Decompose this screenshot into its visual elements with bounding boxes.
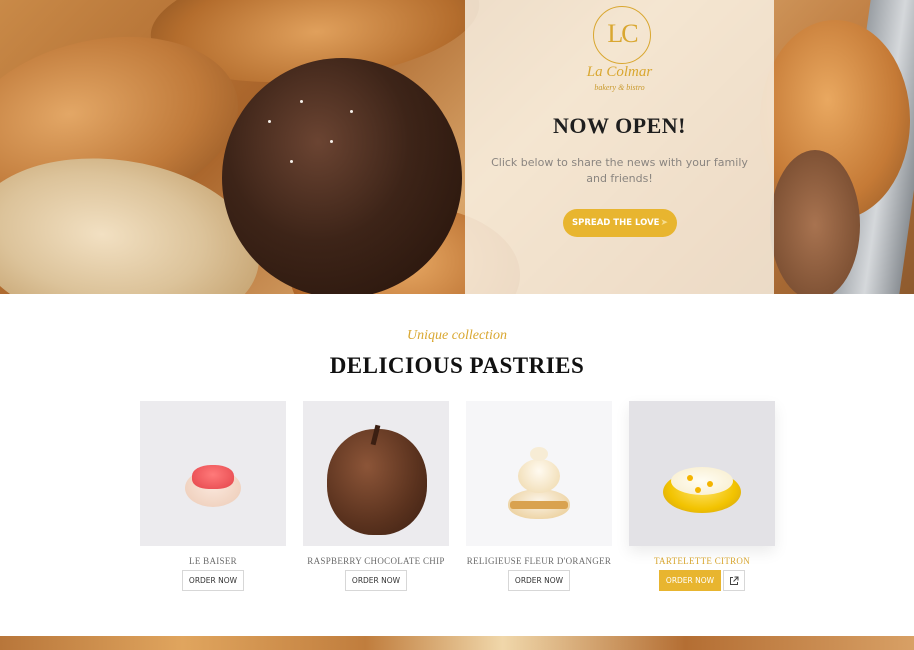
product-card: RELIGIEUSE FLEUR D'ORANGER ORDER NOW xyxy=(466,401,612,591)
logo-tagline: bakery & bistro xyxy=(594,83,645,92)
product-card: LE BAISER ORDER NOW xyxy=(140,401,286,591)
pastry-shape xyxy=(530,447,548,461)
pastry-shape xyxy=(327,429,427,535)
order-now-button[interactable]: ORDER NOW xyxy=(344,570,408,591)
announcement-card: LC La Colmar bakery & bistro NOW OPEN! C… xyxy=(465,0,774,294)
order-row: ORDER NOW xyxy=(140,570,286,591)
sugar-dust xyxy=(350,110,353,113)
external-link-button[interactable] xyxy=(723,570,746,591)
order-now-button[interactable]: ORDER NOW xyxy=(507,570,571,591)
pastry-image xyxy=(222,58,462,294)
product-name[interactable]: TARTELETTE CITRON xyxy=(629,556,775,566)
order-now-button[interactable]: ORDER NOW xyxy=(658,570,722,591)
product-image[interactable] xyxy=(303,401,449,546)
pastry-shape xyxy=(695,487,701,493)
pastry-shape xyxy=(518,459,560,493)
product-name[interactable]: LE BAISER xyxy=(140,556,286,566)
hero-text: Click below to share the news with your … xyxy=(491,156,748,185)
hero-title: NOW OPEN! xyxy=(552,113,687,138)
product-name[interactable]: RELIGIEUSE FLEUR D'ORANGER xyxy=(466,556,612,566)
pastry-shape xyxy=(671,467,733,495)
product-image[interactable] xyxy=(466,401,612,546)
spread-the-love-button[interactable]: SPREAD THE LOVE➤ xyxy=(563,209,677,237)
next-section-banner xyxy=(0,636,914,650)
sugar-dust xyxy=(290,160,293,163)
order-row: ORDER NOW xyxy=(466,570,612,591)
hero-banner: LC La Colmar bakery & bistro NOW OPEN! C… xyxy=(0,0,914,294)
brand-logo[interactable]: LC xyxy=(593,6,651,64)
product-card: TARTELETTE CITRON ORDER NOW xyxy=(629,401,775,591)
pastry-shape xyxy=(510,501,568,509)
sugar-dust xyxy=(300,100,303,103)
pastry-shape xyxy=(707,481,713,487)
product-image[interactable] xyxy=(629,401,775,546)
spread-button-label: SPREAD THE LOVE xyxy=(571,218,660,228)
logo-name: La Colmar xyxy=(586,64,653,80)
external-link-icon xyxy=(730,576,739,585)
order-now-button[interactable]: ORDER NOW xyxy=(181,570,245,591)
sugar-dust xyxy=(268,120,271,123)
product-name[interactable]: RASPBERRY CHOCOLATE CHIP xyxy=(303,556,449,566)
pastry-shape xyxy=(687,475,693,481)
paper-plane-icon: ➤ xyxy=(660,218,669,228)
logo-monogram: LC xyxy=(607,19,638,48)
pastry-image xyxy=(770,150,860,294)
order-row: ORDER NOW xyxy=(629,570,775,591)
pastry-shape xyxy=(192,465,234,489)
sugar-dust xyxy=(330,140,333,143)
section-title: DELICIOUS PASTRIES xyxy=(329,353,585,378)
order-row: ORDER NOW xyxy=(303,570,449,591)
product-card: RASPBERRY CHOCOLATE CHIP ORDER NOW xyxy=(303,401,449,591)
section-kicker: Unique collection xyxy=(407,328,507,343)
product-image[interactable] xyxy=(140,401,286,546)
